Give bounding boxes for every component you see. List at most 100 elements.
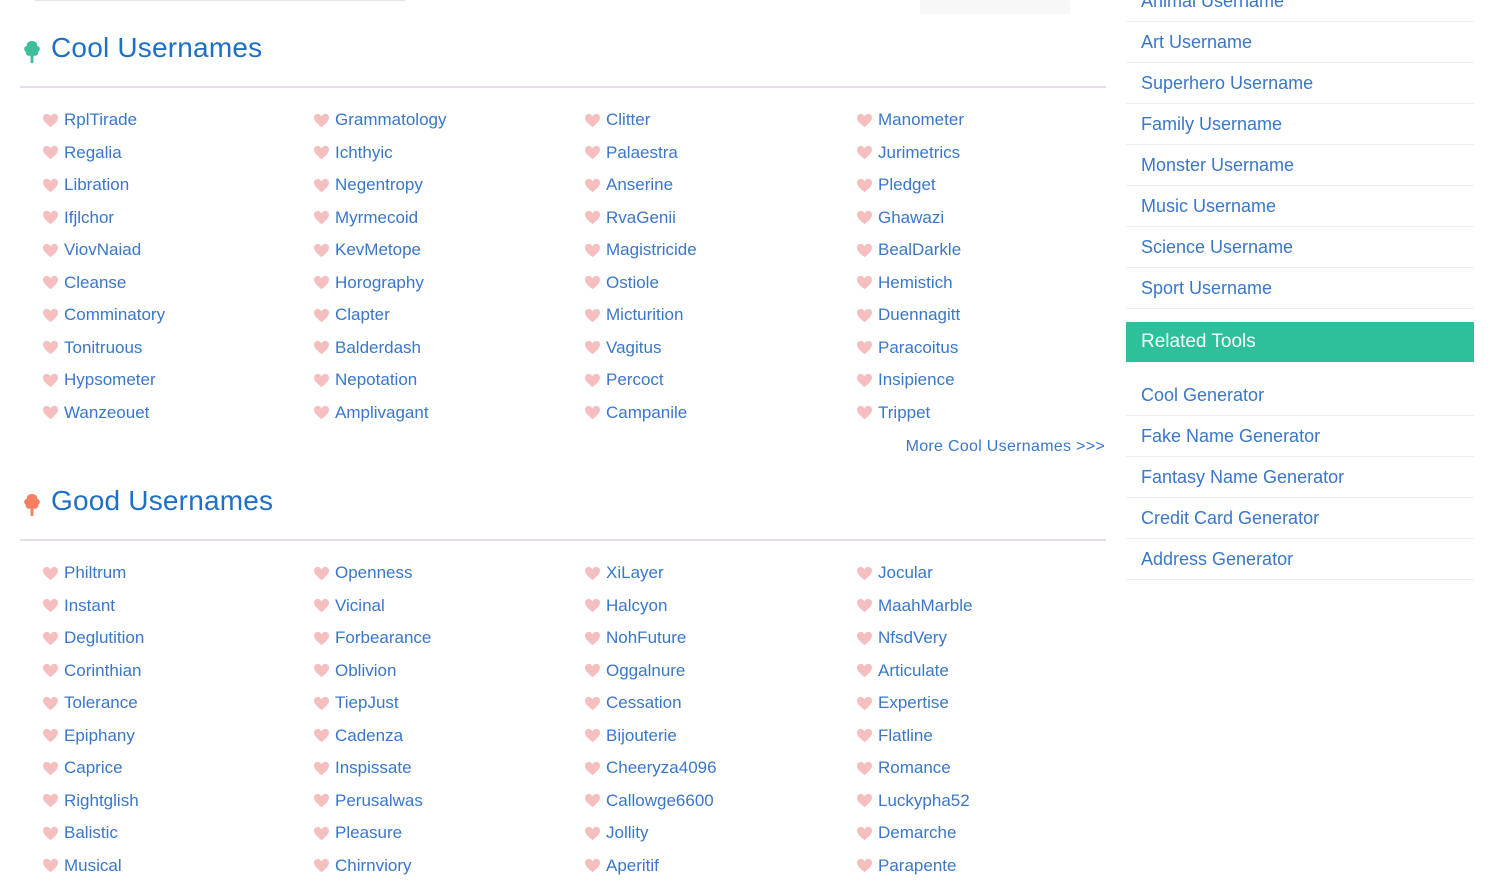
username-link[interactable]: ViovNaiad	[42, 237, 141, 263]
username-link[interactable]: Nepotation	[313, 367, 417, 393]
username-link[interactable]: Oblivion	[313, 658, 396, 684]
username-link[interactable]: NfsdVery	[856, 625, 947, 651]
sidebar-username-link[interactable]: Science Username	[1126, 227, 1474, 268]
heart-icon	[856, 113, 873, 128]
grid-row: Regalia Ichthyic Palaestra Jurimetrics	[20, 140, 1106, 173]
sidebar-username-link[interactable]: Art Username	[1126, 22, 1474, 63]
username-link[interactable]: Flatline	[856, 723, 933, 749]
username-link[interactable]: Manometer	[856, 107, 964, 133]
username-link[interactable]: Chirnviory	[313, 853, 412, 879]
username-link[interactable]: Luckypha52	[856, 788, 970, 814]
username-link[interactable]: Trippet	[856, 400, 930, 426]
username-link[interactable]: Libration	[42, 172, 129, 198]
heart-icon	[313, 631, 330, 646]
username-link[interactable]: Expertise	[856, 690, 949, 716]
username-link[interactable]: Aperitif	[584, 853, 659, 879]
username-link[interactable]: Amplivagant	[313, 400, 429, 426]
username-link[interactable]: Balistic	[42, 820, 118, 846]
sidebar-tool-link[interactable]: Address Generator	[1126, 539, 1474, 580]
username-link[interactable]: Percoct	[584, 367, 664, 393]
username-link[interactable]: TiepJust	[313, 690, 399, 716]
username-link[interactable]: Instant	[42, 593, 115, 619]
username-text: Hemistich	[878, 273, 953, 293]
username-link[interactable]: Hemistich	[856, 270, 953, 296]
username-link[interactable]: Demarche	[856, 820, 956, 846]
sidebar-username-link[interactable]: Superhero Username	[1126, 63, 1474, 104]
username-link[interactable]: Wanzeouet	[42, 400, 149, 426]
username-link[interactable]: Micturition	[584, 302, 683, 328]
more-cool-usernames-link[interactable]: More Cool Usernames >>>	[906, 438, 1105, 456]
username-link[interactable]: Romance	[856, 755, 951, 781]
username-link[interactable]: Palaestra	[584, 140, 678, 166]
username-link[interactable]: Caprice	[42, 755, 123, 781]
username-link[interactable]: Myrmecoid	[313, 205, 418, 231]
username-link[interactable]: Musical	[42, 853, 122, 879]
sidebar-username-link[interactable]: Monster Username	[1126, 145, 1474, 186]
username-link[interactable]: Ichthyic	[313, 140, 393, 166]
username-link[interactable]: Deglutition	[42, 625, 144, 651]
sidebar-tool-link[interactable]: Fantasy Name Generator	[1126, 457, 1474, 498]
username-link[interactable]: Grammatology	[313, 107, 446, 133]
username-link[interactable]: Jocular	[856, 560, 933, 586]
username-link[interactable]: Epiphany	[42, 723, 135, 749]
username-link[interactable]: Rightglish	[42, 788, 139, 814]
tree-icon	[22, 493, 42, 517]
username-link[interactable]: Ostiole	[584, 270, 659, 296]
username-link[interactable]: Hypsometer	[42, 367, 156, 393]
username-link[interactable]: Perusalwas	[313, 788, 423, 814]
username-link[interactable]: Regalia	[42, 140, 122, 166]
username-link[interactable]: Oggalnure	[584, 658, 685, 684]
username-link[interactable]: Clapter	[313, 302, 390, 328]
username-link[interactable]: Corinthian	[42, 658, 142, 684]
username-link[interactable]: Jollity	[584, 820, 649, 846]
username-link[interactable]: Ifjlchor	[42, 205, 114, 231]
sidebar-tool-link[interactable]: Credit Card Generator	[1126, 498, 1474, 539]
username-link[interactable]: RplTirade	[42, 107, 137, 133]
sidebar-tool-link[interactable]: Fake Name Generator	[1126, 416, 1474, 457]
sidebar-tool-link[interactable]: Cool Generator	[1126, 375, 1474, 416]
sidebar-username-link[interactable]: Sport Username	[1126, 268, 1474, 309]
username-link[interactable]: Vagitus	[584, 335, 661, 361]
username-link[interactable]: Horography	[313, 270, 424, 296]
username-link[interactable]: Cessation	[584, 690, 682, 716]
username-link[interactable]: Forbearance	[313, 625, 431, 651]
username-link[interactable]: Parapente	[856, 853, 956, 879]
username-link[interactable]: Magistricide	[584, 237, 697, 263]
username-link[interactable]: Pledget	[856, 172, 936, 198]
username-link[interactable]: Inspissate	[313, 755, 412, 781]
username-link[interactable]: KevMetope	[313, 237, 421, 263]
username-link[interactable]: Duennagitt	[856, 302, 960, 328]
username-link[interactable]: Halcyon	[584, 593, 667, 619]
username-link[interactable]: Cheeryza4096	[584, 755, 717, 781]
username-link[interactable]: Tonitruous	[42, 335, 142, 361]
sidebar-link-partial[interactable]: Animal Username	[1126, 0, 1474, 22]
sidebar-username-link[interactable]: Music Username	[1126, 186, 1474, 227]
username-link[interactable]: Negentropy	[313, 172, 423, 198]
username-link[interactable]: Insipience	[856, 367, 955, 393]
username-link[interactable]: Philtrum	[42, 560, 126, 586]
username-link[interactable]: Paracoitus	[856, 335, 958, 361]
username-link[interactable]: Campanile	[584, 400, 687, 426]
username-link[interactable]: NohFuture	[584, 625, 686, 651]
username-link[interactable]: Pleasure	[313, 820, 402, 846]
username-link[interactable]: Callowge6600	[584, 788, 714, 814]
username-link[interactable]: Bijouterie	[584, 723, 677, 749]
heart-icon	[584, 275, 601, 290]
username-link[interactable]: XiLayer	[584, 560, 664, 586]
username-link[interactable]: Tolerance	[42, 690, 138, 716]
username-link[interactable]: Cadenza	[313, 723, 403, 749]
username-link[interactable]: BealDarkle	[856, 237, 961, 263]
username-link[interactable]: Comminatory	[42, 302, 165, 328]
sidebar-username-link[interactable]: Family Username	[1126, 104, 1474, 145]
username-link[interactable]: Clitter	[584, 107, 650, 133]
username-link[interactable]: Anserine	[584, 172, 673, 198]
username-link[interactable]: RvaGenii	[584, 205, 676, 231]
username-link[interactable]: Openness	[313, 560, 413, 586]
username-link[interactable]: Cleanse	[42, 270, 126, 296]
username-link[interactable]: Jurimetrics	[856, 140, 960, 166]
username-link[interactable]: Articulate	[856, 658, 949, 684]
username-link[interactable]: Vicinal	[313, 593, 385, 619]
username-link[interactable]: Ghawazi	[856, 205, 944, 231]
username-link[interactable]: MaahMarble	[856, 593, 973, 619]
username-link[interactable]: Balderdash	[313, 335, 421, 361]
